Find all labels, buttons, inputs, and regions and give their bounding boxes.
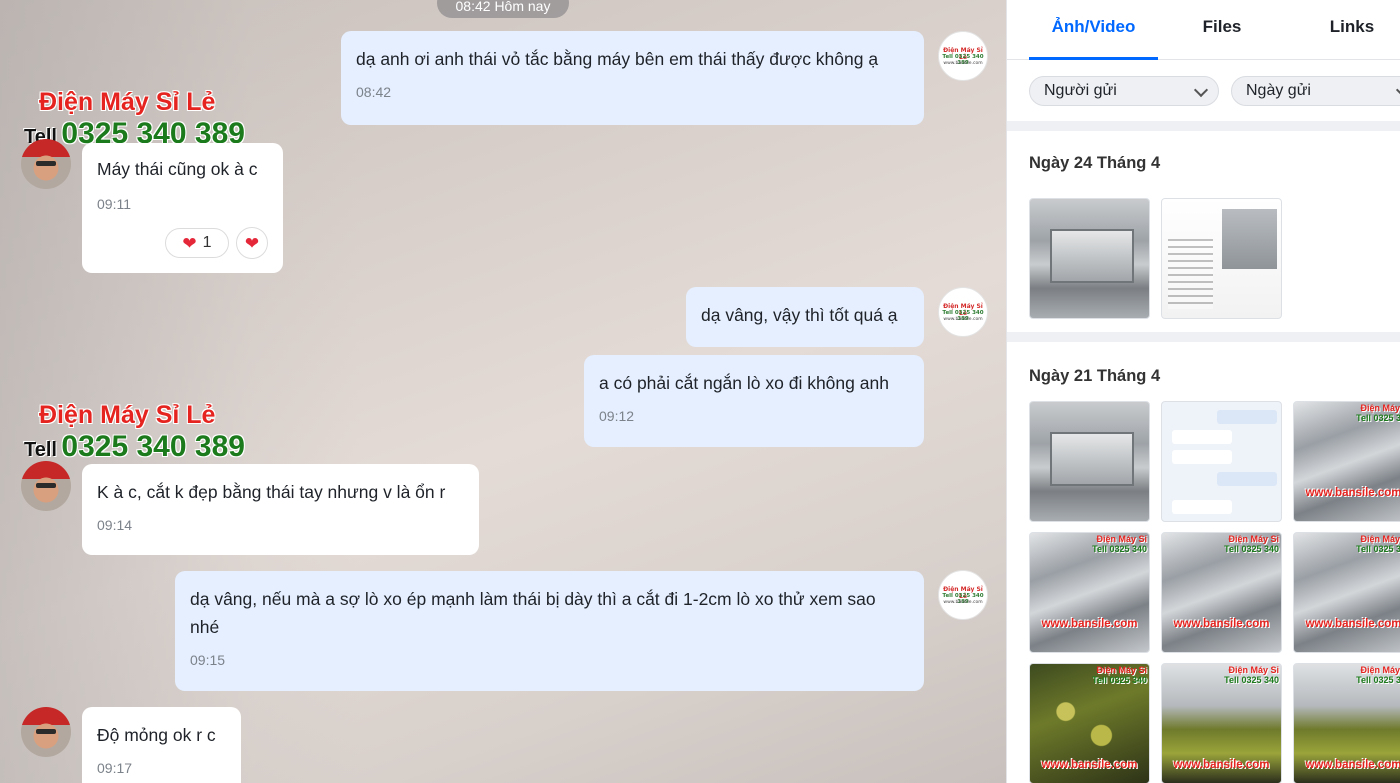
- date-filter[interactable]: Ngày gửi: [1231, 76, 1400, 106]
- user-avatar[interactable]: [21, 707, 71, 757]
- chevron-down-icon: [1395, 82, 1400, 98]
- section-divider: [1007, 121, 1400, 131]
- message-text: dạ vâng, nếu mà a sợ lò xo ép mạnh làm t…: [190, 589, 876, 637]
- message-time: 09:15: [190, 652, 226, 668]
- message-incoming[interactable]: K à c, cắt k đẹp bằng thái tay nhưng v l…: [82, 464, 479, 555]
- message-outgoing[interactable]: dạ anh ơi anh thái vỏ tắc bằng máy bên e…: [341, 31, 924, 125]
- media-thumbnail[interactable]: Điện Máy SỉTell 0325 340 www.bansile.com: [1293, 401, 1400, 522]
- message-time: 09:17: [97, 760, 133, 776]
- media-thumbnail[interactable]: Điện Máy SỉTell 0325 340 www.bansile.com: [1293, 663, 1400, 783]
- reaction-count-text: 1: [202, 234, 212, 251]
- message-text: K à c, cắt k đẹp bằng thái tay nhưng v l…: [97, 482, 446, 502]
- message-time: 09:12: [599, 408, 635, 424]
- shop-avatar[interactable]: Điện Máy Sỉ Lẻ Tell 0325 340 389 www.ban…: [938, 287, 988, 337]
- chevron-down-icon: [1193, 82, 1209, 98]
- sender-filter-label: Người gửi: [1044, 82, 1117, 99]
- message-text: Máy thái cũng ok à c: [97, 159, 258, 179]
- time-divider: 08:42 Hôm nay: [437, 0, 569, 18]
- media-tabs: Ảnh/Video Files Links: [1007, 0, 1400, 60]
- message-outgoing[interactable]: a có phải cắt ngắn lò xo đi không anh 09…: [584, 355, 924, 447]
- media-thumbnail[interactable]: Điện Máy SỉTell 0325 340 www.bansile.com: [1161, 532, 1282, 653]
- section-title: Ngày 21 Tháng 4: [1029, 367, 1161, 385]
- media-thumbnail[interactable]: Điện Máy SỉTell 0325 340 www.bansile.com: [1293, 532, 1400, 653]
- watermark: Điện Máy Sỉ Lẻ Tell 0325 340 389: [24, 401, 245, 464]
- tab-links[interactable]: Links: [1312, 0, 1392, 60]
- watermark-brand: Điện Máy Sỉ Lẻ: [39, 88, 216, 116]
- message-time: 09:11: [97, 196, 131, 212]
- media-panel: Ảnh/Video Files Links Người gửi Ngày gửi…: [1006, 0, 1400, 783]
- watermark-tell: Tell: [24, 439, 57, 461]
- shop-avatar[interactable]: Điện Máy Sỉ Lẻ Tell 0325 340 389 www.ban…: [938, 31, 988, 81]
- user-avatar[interactable]: [21, 139, 71, 189]
- section-title: Ngày 24 Tháng 4: [1029, 154, 1161, 172]
- media-thumbnail[interactable]: [1161, 198, 1282, 319]
- heart-icon: ❤: [244, 233, 260, 253]
- message-time: 09:14: [97, 517, 133, 533]
- sender-filter[interactable]: Người gửi: [1029, 76, 1219, 106]
- add-reaction-button[interactable]: ❤: [236, 227, 268, 259]
- message-time: 08:42: [356, 84, 392, 100]
- reaction-count[interactable]: ❤ 1: [165, 228, 229, 258]
- media-thumbnail[interactable]: [1029, 198, 1150, 319]
- chat-area: 08:42 Hôm nay dạ anh ơi anh thái vỏ tắc …: [0, 0, 1006, 783]
- media-thumbnail[interactable]: Điện Máy SỉTell 0325 340 www.bansile.com: [1029, 663, 1150, 783]
- media-thumbnail[interactable]: [1161, 401, 1282, 522]
- active-tab-indicator: [1029, 57, 1158, 60]
- user-avatar[interactable]: [21, 461, 71, 511]
- watermark-brand: Điện Máy Sỉ Lẻ: [39, 401, 216, 429]
- media-thumbnail[interactable]: Điện Máy SỉTell 0325 340 www.bansile.com: [1161, 663, 1282, 783]
- tab-media[interactable]: Ảnh/Video: [1029, 0, 1158, 60]
- message-incoming[interactable]: Độ mỏng ok r c 09:17: [82, 707, 241, 783]
- shop-avatar[interactable]: Điện Máy Sỉ Lẻ Tell 0325 340 389 www.ban…: [938, 570, 988, 620]
- section-divider: [1007, 332, 1400, 342]
- message-text: a có phải cắt ngắn lò xo đi không anh: [599, 373, 889, 393]
- watermark-phone: 0325 340 389: [61, 430, 245, 463]
- date-filter-label: Ngày gửi: [1246, 82, 1311, 99]
- message-outgoing[interactable]: dạ vâng, nếu mà a sợ lò xo ép mạnh làm t…: [175, 571, 924, 691]
- media-thumbnail[interactable]: Điện Máy SỉTell 0325 340 www.bansile.com: [1029, 532, 1150, 653]
- media-thumbnail[interactable]: [1029, 401, 1150, 522]
- message-text: Độ mỏng ok r c: [97, 725, 216, 745]
- tab-files[interactable]: Files: [1182, 0, 1262, 60]
- message-text: dạ anh ơi anh thái vỏ tắc bằng máy bên e…: [356, 49, 879, 69]
- message-text: dạ vâng, vậy thì tốt quá ạ: [701, 305, 898, 325]
- message-outgoing[interactable]: dạ vâng, vậy thì tốt quá ạ: [686, 287, 924, 347]
- heart-icon: ❤: [182, 233, 197, 253]
